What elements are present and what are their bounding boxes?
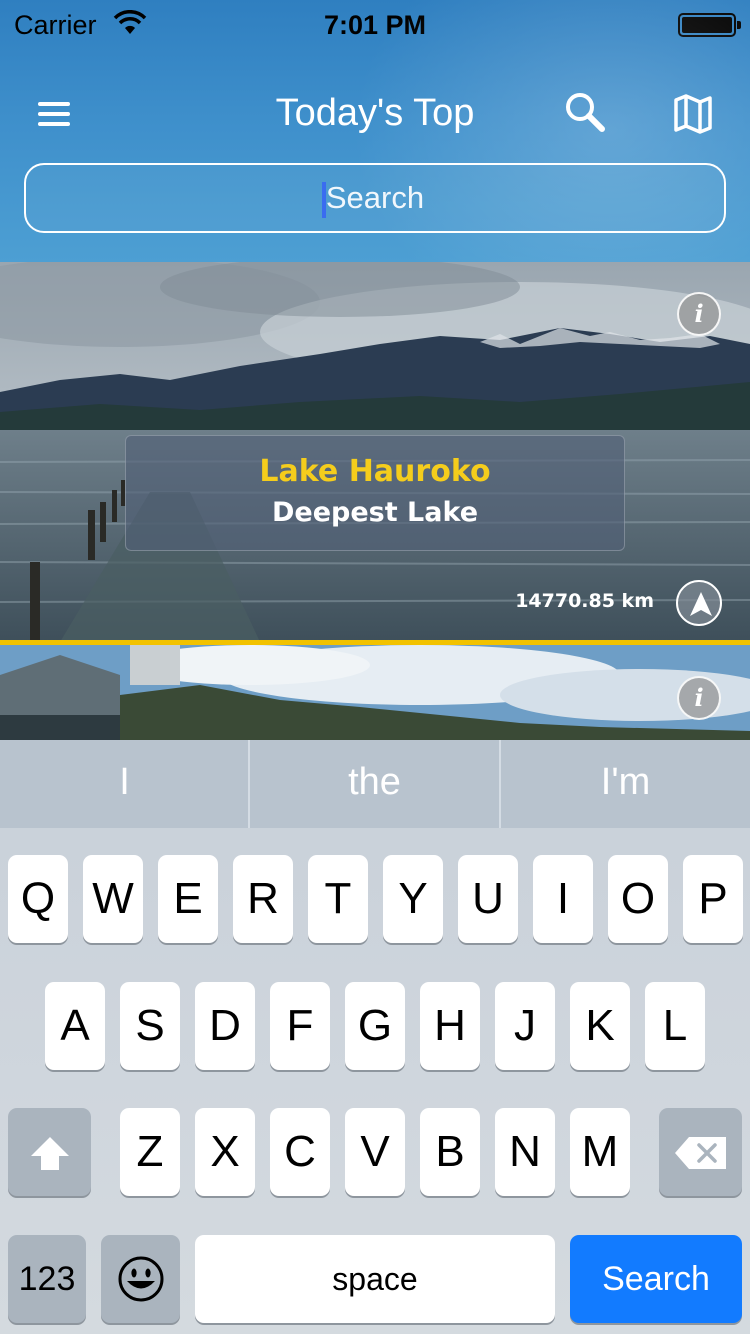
key-e[interactable]: E	[158, 855, 218, 943]
page-title: Today's Top	[275, 92, 475, 134]
place-label-box: Lake Hauroko Deepest Lake	[125, 435, 625, 551]
search-icon[interactable]	[560, 88, 610, 138]
delete-icon	[674, 1137, 726, 1169]
emoji-key[interactable]	[101, 1235, 180, 1323]
space-key[interactable]: space	[195, 1235, 555, 1323]
status-time: 7:01 PM	[323, 10, 427, 40]
navigate-button[interactable]	[676, 580, 722, 626]
key-q[interactable]: Q	[8, 855, 68, 943]
key-w[interactable]: W	[83, 855, 143, 943]
key-a[interactable]: A	[45, 982, 105, 1070]
suggestion-3[interactable]: I'm	[501, 740, 750, 828]
key-f[interactable]: F	[270, 982, 330, 1070]
delete-key[interactable]	[659, 1108, 742, 1196]
nav-bar: Today's Top	[0, 80, 750, 150]
header: Carrier 7:01 PM Today's Top	[0, 0, 750, 262]
info-button[interactable]: i	[677, 292, 721, 336]
key-j[interactable]: J	[495, 982, 555, 1070]
key-c[interactable]: C	[270, 1108, 330, 1196]
suggestion-2[interactable]: the	[250, 740, 499, 828]
key-s[interactable]: S	[120, 982, 180, 1070]
key-b[interactable]: B	[420, 1108, 480, 1196]
key-l[interactable]: L	[645, 982, 705, 1070]
status-bar: Carrier 7:01 PM	[0, 0, 750, 50]
search-field[interactable]	[24, 163, 726, 233]
key-r[interactable]: R	[233, 855, 293, 943]
key-k[interactable]: K	[570, 982, 630, 1070]
info-button[interactable]: i	[677, 676, 721, 720]
key-p[interactable]: P	[683, 855, 743, 943]
key-z[interactable]: Z	[120, 1108, 180, 1196]
suggestion-1[interactable]: I	[0, 740, 249, 828]
town-photo	[0, 645, 750, 740]
place-card[interactable]: i	[0, 645, 750, 740]
predictive-bar: I the I'm	[0, 740, 750, 828]
distance-label: 14770.85 km	[515, 590, 654, 612]
key-m[interactable]: M	[570, 1108, 630, 1196]
key-o[interactable]: O	[608, 855, 668, 943]
key-x[interactable]: X	[195, 1108, 255, 1196]
battery-icon	[678, 13, 741, 37]
key-v[interactable]: V	[345, 1108, 405, 1196]
key-y[interactable]: Y	[383, 855, 443, 943]
key-g[interactable]: G	[345, 982, 405, 1070]
keyboard: I the I'm Q W E R T Y U I O P A S D F G …	[0, 740, 750, 1334]
map-icon[interactable]	[668, 88, 718, 138]
shift-key[interactable]	[8, 1108, 91, 1196]
shift-icon	[30, 1137, 69, 1170]
key-i[interactable]: I	[533, 855, 593, 943]
key-h[interactable]: H	[420, 982, 480, 1070]
place-name: Lake Hauroko	[259, 454, 491, 489]
place-category: Deepest Lake	[271, 497, 479, 528]
emoji-icon	[118, 1256, 163, 1302]
search-key[interactable]: Search	[570, 1235, 742, 1323]
navigation-arrow-icon	[690, 592, 712, 616]
key-u[interactable]: U	[458, 855, 518, 943]
place-card[interactable]: i Lake Hauroko Deepest Lake 14770.85 km	[0, 262, 750, 642]
key-t[interactable]: T	[308, 855, 368, 943]
numbers-key[interactable]: 123	[8, 1235, 86, 1323]
key-d[interactable]: D	[195, 982, 255, 1070]
key-n[interactable]: N	[495, 1108, 555, 1196]
search-input[interactable]	[26, 165, 724, 231]
